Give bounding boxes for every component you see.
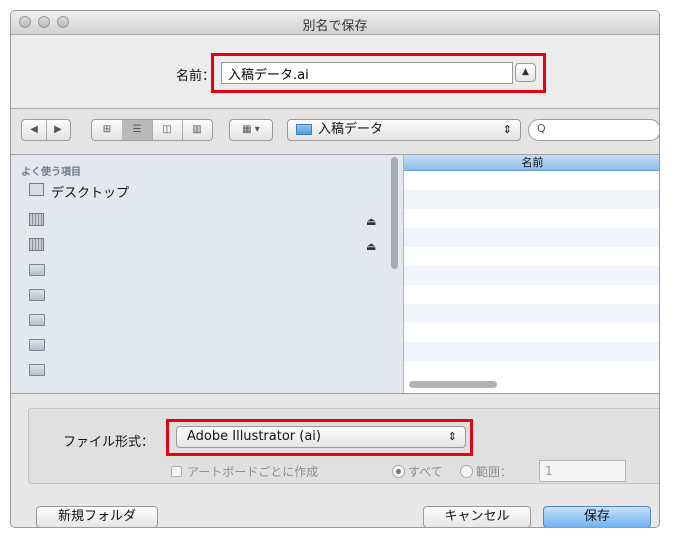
list-row — [404, 266, 659, 285]
location-popup[interactable]: 入稿データ ⇕ — [287, 119, 521, 141]
range-input[interactable] — [539, 460, 626, 482]
search-icon: Q — [537, 122, 546, 135]
back-arrow-icon: ◀ — [30, 124, 38, 135]
list-row — [404, 209, 659, 228]
sidebar-item-folder-4[interactable] — [29, 336, 369, 356]
file-list: 名前 — [404, 155, 659, 393]
coverflow-view-icon: ▥ — [192, 124, 202, 135]
column-view-icon: ◫ — [162, 124, 172, 135]
folder-icon — [29, 264, 45, 276]
column-header-name[interactable]: 名前 — [404, 155, 659, 171]
name-label: 名前： — [176, 69, 216, 84]
cancel-button[interactable]: キャンセル — [423, 506, 531, 527]
location-label: 入稿データ — [318, 122, 384, 137]
folder-icon — [29, 339, 45, 351]
radio-range-label: 範囲： — [476, 465, 513, 479]
cancel-label: キャンセル — [444, 509, 510, 524]
popup-arrows-icon: ⇕ — [502, 123, 512, 136]
list-row — [404, 190, 659, 209]
sidebar-item-folder-3[interactable] — [29, 311, 369, 331]
forward-button[interactable]: ▶ — [46, 120, 70, 140]
save-button[interactable]: 保存 — [543, 506, 651, 527]
toolbar: ◀ ▶ ⊞ ☰ ◫ ▥ ▦ ▾ 入稿データ ⇕ Q — [11, 109, 659, 155]
sidebar-item-drive-2[interactable]: ⏏ — [29, 236, 376, 256]
format-label: ファイル形式： — [63, 435, 155, 450]
list-view-button[interactable]: ☰ — [122, 120, 153, 140]
icon-view-button[interactable]: ⊞ — [92, 120, 123, 140]
new-folder-label: 新規フォルダ — [57, 509, 136, 524]
save-label: 保存 — [583, 509, 610, 524]
sidebar-item-folder-1[interactable] — [29, 261, 369, 281]
radio-range[interactable] — [460, 465, 473, 478]
sidebar-scrollbar[interactable] — [391, 157, 398, 269]
horizontal-scrollbar[interactable] — [409, 381, 497, 388]
save-as-dialog: 別名で保存 名前： ▲ ◀ ▶ ⊞ ☰ ◫ ▥ ▦ ▾ 入稿データ ⇕ Q — [10, 10, 660, 528]
eject-icon[interactable]: ⏏ — [366, 215, 376, 228]
format-highlight-box — [166, 419, 473, 456]
folder-icon — [29, 314, 45, 326]
filename-highlight-box — [211, 53, 546, 93]
folder-icon — [29, 289, 45, 301]
view-mode-control: ⊞ ☰ ◫ ▥ — [91, 119, 213, 141]
list-row — [404, 323, 659, 342]
artboard-checkbox[interactable] — [171, 466, 182, 477]
folder-icon — [296, 124, 312, 135]
sidebar-item-label: デスクトップ — [51, 186, 130, 201]
arrange-icon: ▦ ▾ — [242, 124, 260, 135]
sidebar-item-desktop[interactable]: デスクトップ — [29, 181, 369, 201]
radio-dot-icon — [396, 469, 401, 474]
list-row — [404, 285, 659, 304]
triangle-up-icon: ▲ — [522, 67, 529, 77]
coverflow-view-button[interactable]: ▥ — [182, 120, 212, 140]
expand-dialog-button[interactable]: ▲ — [515, 63, 536, 82]
list-row — [404, 342, 659, 361]
radio-all[interactable] — [392, 465, 405, 478]
list-row — [404, 228, 659, 247]
list-view-icon: ☰ — [132, 124, 142, 135]
drive-icon — [29, 213, 44, 226]
eject-icon[interactable]: ⏏ — [366, 240, 376, 253]
sidebar-header: よく使う項目 — [21, 167, 81, 178]
list-row — [404, 304, 659, 323]
list-row — [404, 361, 659, 380]
desktop-icon — [29, 183, 44, 196]
bottom-panel: ファイル形式： Adobe Illustrator (ai) ⇕ アートボードご… — [11, 393, 659, 527]
window-title: 別名で保存 — [302, 19, 368, 34]
column-view-button[interactable]: ◫ — [152, 120, 183, 140]
sidebar-item-folder-2[interactable] — [29, 286, 369, 306]
icon-view-icon: ⊞ — [102, 124, 112, 135]
search-field[interactable]: Q — [528, 119, 659, 141]
radio-all-label: すべて — [408, 465, 443, 479]
arrange-button[interactable]: ▦ ▾ — [229, 119, 273, 141]
new-folder-button[interactable]: 新規フォルダ — [36, 506, 158, 527]
back-forward-control: ◀ ▶ — [21, 119, 71, 141]
sidebar: よく使う項目 デスクトップ ⏏ ⏏ — [11, 155, 404, 393]
folder-icon — [29, 364, 45, 376]
list-row — [404, 247, 659, 266]
artboard-checkbox-label: アートボードごとに作成 — [187, 465, 319, 479]
forward-arrow-icon: ▶ — [54, 124, 62, 135]
back-button[interactable]: ◀ — [22, 120, 47, 140]
save-as-row: 名前： ▲ — [11, 35, 659, 109]
sidebar-item-folder-5[interactable] — [29, 361, 369, 381]
sidebar-item-drive-1[interactable]: ⏏ — [29, 211, 376, 231]
list-row — [404, 171, 659, 190]
title-bar: 別名で保存 — [11, 11, 659, 35]
drive-icon — [29, 238, 44, 251]
